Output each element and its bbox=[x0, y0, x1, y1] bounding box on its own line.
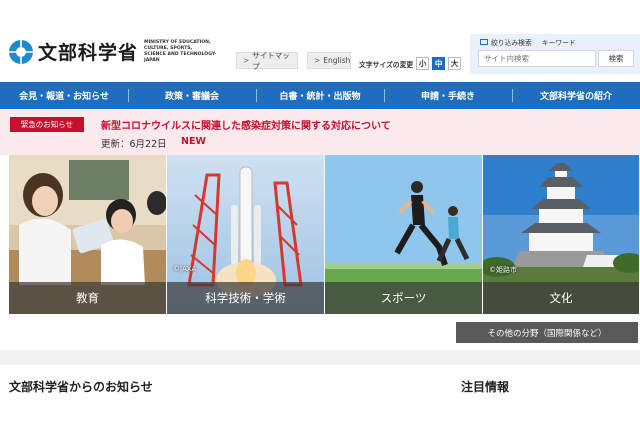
search-tabs: 絞り込み検索 キーワード bbox=[480, 37, 586, 47]
emergency-link[interactable]: 新型コロナウイルスに関連した感染症対策に関する対応について bbox=[101, 117, 391, 132]
emergency-badge: 緊急のお知らせ bbox=[10, 117, 84, 132]
tile-culture[interactable]: ©姫路市 文化 bbox=[483, 155, 639, 314]
tile-sports[interactable]: スポーツ bbox=[325, 155, 482, 314]
notices-heading: 文部科学省からのお知らせ bbox=[9, 380, 153, 394]
site-logo[interactable]: 文部科学省 MINISTRY OF EDUCATION, CULTURE, SP… bbox=[8, 38, 226, 65]
tile-label: スポーツ bbox=[325, 282, 482, 314]
emergency-updated: 更新：6月22日 bbox=[101, 139, 167, 150]
logo-text-jp: 文部科学省 bbox=[38, 42, 139, 64]
nav-item-policy[interactable]: 政策・審議会 bbox=[128, 82, 256, 109]
tile-science[interactable]: ©JAXA 科学技術・学術 bbox=[167, 155, 324, 314]
emergency-notice: 緊急のお知らせ 新型コロナウイルスに関連した感染症対策に関する対応について 更新… bbox=[0, 109, 640, 155]
other-fields-button[interactable]: その他の分野（国際関係など） bbox=[456, 322, 638, 343]
tile-label: 文化 bbox=[483, 282, 639, 314]
new-badge: NEW bbox=[181, 136, 206, 147]
chevron-right-icon: > bbox=[314, 56, 321, 65]
photo-credit: ©JAXA bbox=[173, 265, 197, 273]
featured-heading: 注目情報 bbox=[461, 380, 510, 394]
nav-item-about[interactable]: 文部科学省の紹介 bbox=[512, 82, 640, 109]
english-link[interactable]: > English bbox=[307, 52, 351, 69]
nav-item-applications[interactable]: 申請・手続き bbox=[384, 82, 512, 109]
tile-label: 科学技術・学術 bbox=[167, 282, 324, 314]
nav-item-press[interactable]: 会見・報道・お知らせ bbox=[0, 82, 128, 109]
font-size-label: 文字サイズの変更 bbox=[359, 60, 414, 69]
font-size-switcher: 文字サイズの変更 小 中 大 bbox=[359, 57, 462, 70]
photo-credit: ©姫路市 bbox=[489, 266, 517, 274]
font-size-medium-button[interactable]: 中 bbox=[432, 57, 446, 70]
logo-mark-icon bbox=[9, 39, 33, 64]
chevron-right-icon: > bbox=[243, 56, 250, 65]
tab-keyword[interactable]: キーワード bbox=[542, 37, 576, 47]
font-size-small-button[interactable]: 小 bbox=[416, 57, 430, 70]
site-header: 文部科学省 MINISTRY OF EDUCATION, CULTURE, SP… bbox=[0, 0, 640, 82]
global-nav: 会見・報道・お知らせ 政策・審議会 白書・統計・出版物 申請・手続き 文部科学省… bbox=[0, 82, 640, 109]
filter-icon bbox=[480, 39, 488, 45]
nav-item-publications[interactable]: 白書・統計・出版物 bbox=[256, 82, 384, 109]
search-button[interactable]: 検索 bbox=[598, 50, 634, 67]
search-panel: 絞り込み検索 キーワード 検索 bbox=[470, 34, 640, 74]
category-tiles: 教育 ©JAXA 科学技術・学術 スポーツ ©姫路市 文化 bbox=[9, 155, 639, 314]
sitemap-link[interactable]: > サイトマップ bbox=[236, 51, 298, 71]
tile-label: 教育 bbox=[9, 282, 166, 314]
logo-text-en: MINISTRY OF EDUCATION, CULTURE, SPORTS, … bbox=[144, 39, 217, 63]
tile-education[interactable]: 教育 bbox=[9, 155, 166, 314]
search-input[interactable] bbox=[478, 50, 596, 67]
tab-filter-search[interactable]: 絞り込み検索 bbox=[480, 37, 532, 47]
content-area bbox=[0, 365, 640, 426]
font-size-large-button[interactable]: 大 bbox=[448, 57, 462, 70]
